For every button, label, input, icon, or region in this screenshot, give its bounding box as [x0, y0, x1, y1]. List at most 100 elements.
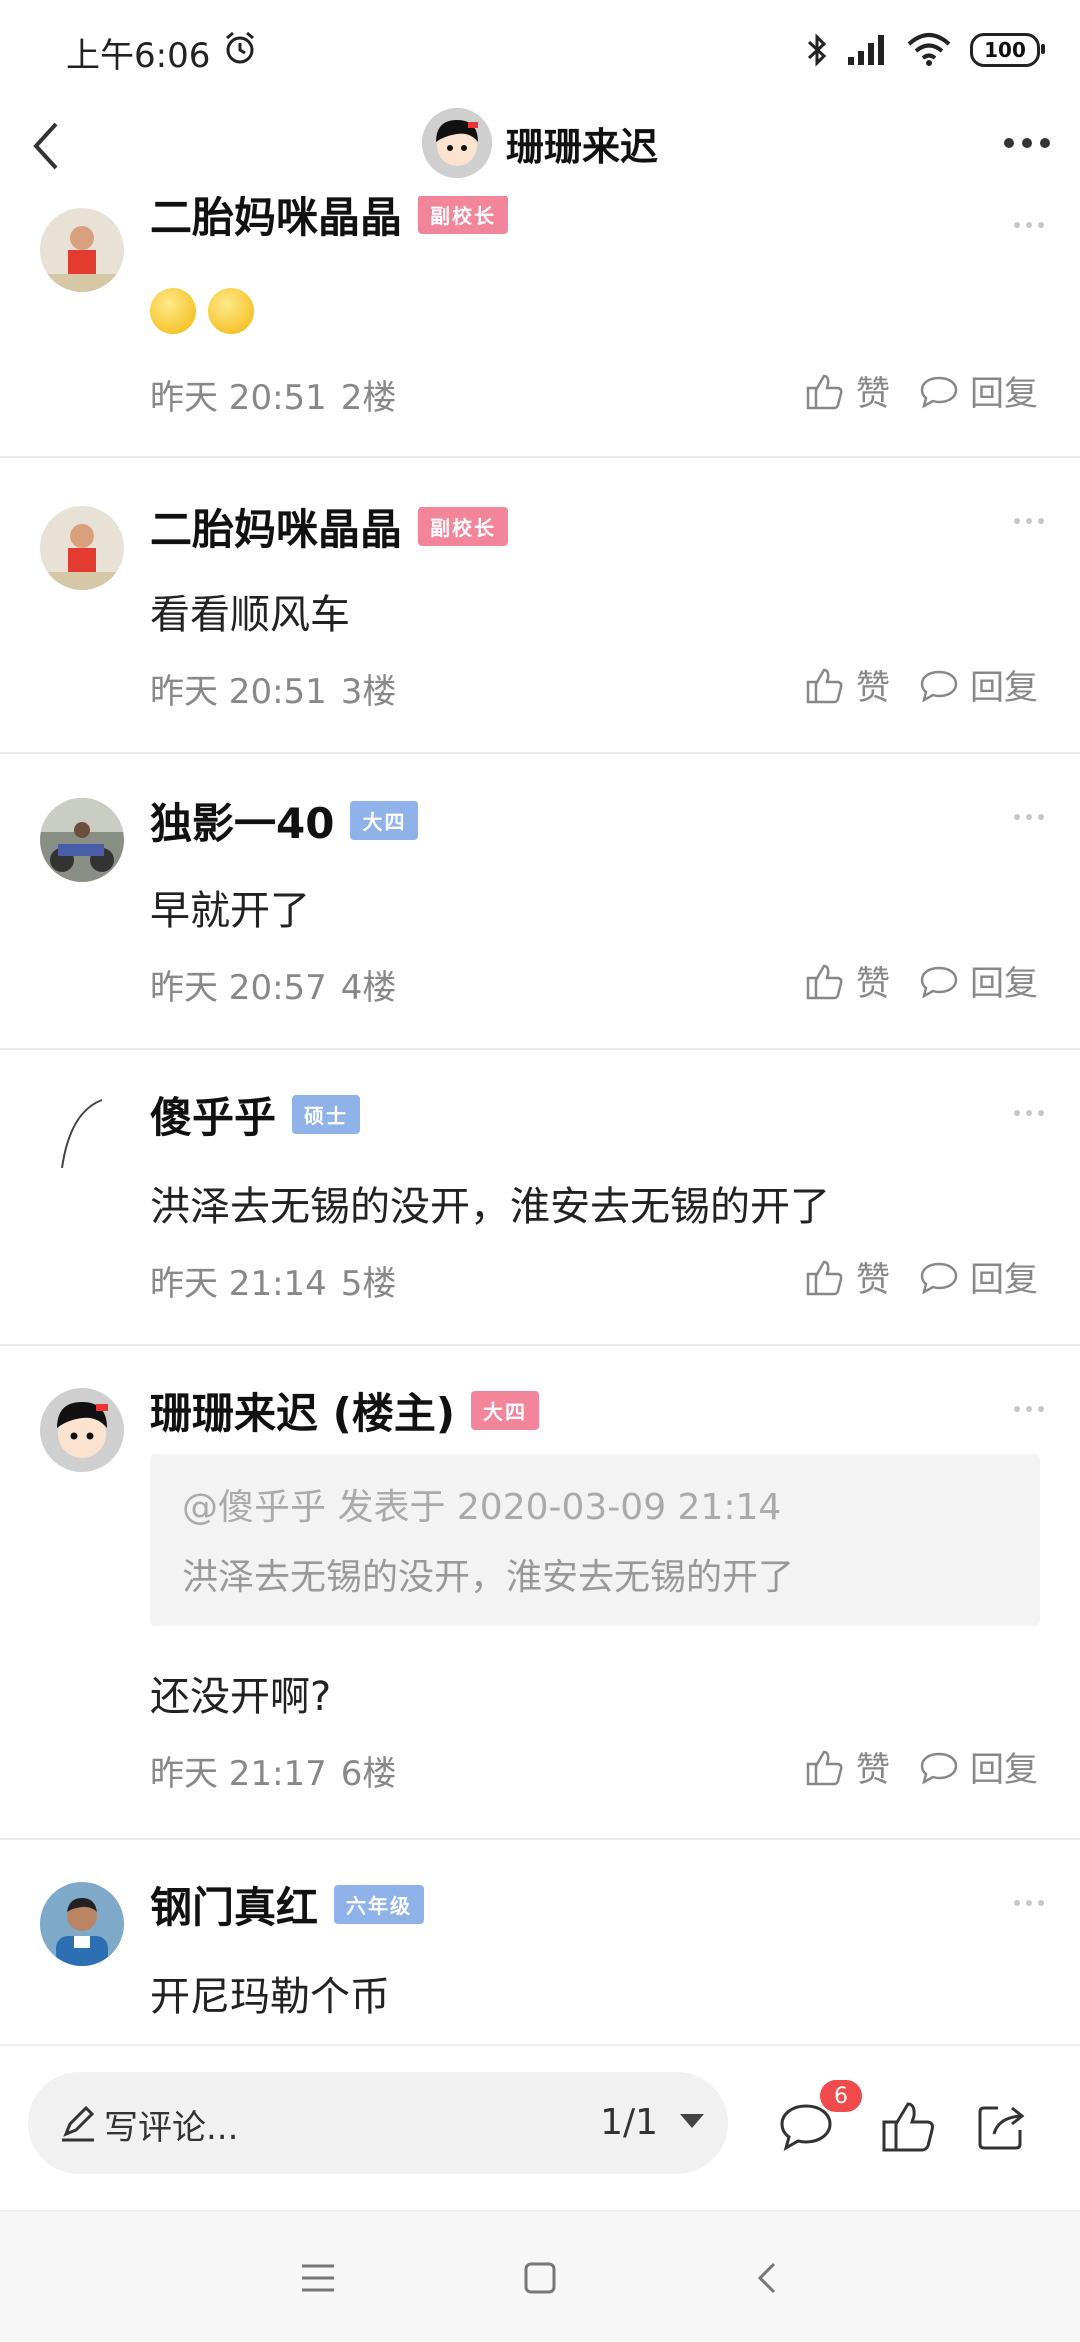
share-icon[interactable]: [972, 2096, 1032, 2156]
name-row: 珊珊来迟 (楼主) 大四: [150, 1380, 540, 1441]
home-icon[interactable]: [518, 2256, 562, 2300]
user-avatar[interactable]: [40, 208, 124, 292]
quoted-reply[interactable]: @傻乎乎 发表于 2020-03-09 21:14 洪泽去无锡的没开，淮安去无锡…: [150, 1454, 1040, 1626]
reply-button[interactable]: 回复: [918, 1252, 1038, 1301]
comment-meta: 昨天 20:51 2楼: [150, 370, 396, 419]
comment-more-icon[interactable]: [1014, 518, 1044, 524]
nav-center[interactable]: 珊珊来迟: [0, 108, 1080, 178]
reply-label: 回复: [970, 668, 1038, 708]
user-name[interactable]: 钢门真红: [150, 1874, 318, 1935]
name-row: 独影一40 大四: [150, 790, 419, 851]
reply-label: 回复: [970, 964, 1038, 1004]
user-name[interactable]: 傻乎乎: [150, 1084, 276, 1145]
comment-text: 洪泽去无锡的没开，淮安去无锡的开了: [150, 1184, 830, 1230]
comment-item: 独影一40 大四 早就开了 昨天 20:57 4楼 赞 回复: [0, 754, 1080, 1050]
user-name[interactable]: 二胎妈咪晶晶: [150, 496, 402, 557]
menu-icon[interactable]: [296, 2256, 340, 2300]
comment-actions: 赞 回复: [804, 366, 1038, 415]
user-avatar[interactable]: [40, 506, 124, 590]
signal-icon: [848, 35, 884, 65]
user-avatar[interactable]: [40, 1092, 124, 1176]
battery-indicator: 100: [970, 33, 1045, 67]
like-button[interactable]: 赞: [804, 956, 890, 1005]
comment-bubble-icon: [920, 1752, 958, 1784]
reply-button[interactable]: 回复: [918, 956, 1038, 1005]
comment-more-icon[interactable]: [1014, 222, 1044, 228]
nav-title: 珊珊来迟: [505, 124, 658, 169]
page-indicator[interactable]: 1/1: [600, 2102, 658, 2143]
user-avatar[interactable]: [40, 1882, 124, 1966]
like-button[interactable]: 赞: [804, 1252, 890, 1301]
comment-meta: 昨天 20:51 3楼: [150, 664, 396, 713]
comment-bubble-icon: [920, 966, 958, 998]
author-avatar[interactable]: [421, 108, 492, 178]
reply-label: 回复: [970, 1750, 1038, 1790]
user-name[interactable]: 珊珊来迟 (楼主): [150, 1380, 455, 1441]
thumbs-up-icon[interactable]: [878, 2096, 938, 2156]
reply-button[interactable]: 回复: [918, 366, 1038, 415]
comment-text: 早就开了: [150, 888, 310, 934]
comment-item: 二胎妈咪晶晶 副校长 昨天 20:51 2楼 赞 回复: [0, 196, 1080, 458]
name-row: 傻乎乎 硕士: [150, 1084, 361, 1145]
comment-feed[interactable]: 二胎妈咪晶晶 副校长 昨天 20:51 2楼 赞 回复 二胎妈咪晶晶 副校长 看…: [0, 196, 1080, 2044]
top-nav: 珊珊来迟: [0, 100, 1080, 196]
thumbs-up-icon: [806, 964, 843, 999]
user-level-badge: 副校长: [418, 196, 509, 234]
comment-input-placeholder: 写评论...: [104, 2108, 239, 2148]
thumbs-up-icon: [806, 1750, 843, 1785]
comment-floor: 3楼: [340, 672, 397, 712]
wifi-icon: [907, 33, 951, 66]
user-avatar[interactable]: [40, 1388, 124, 1472]
comment-floor: 5楼: [340, 1264, 397, 1304]
comment-actions: 赞 回复: [804, 956, 1038, 1005]
back-nav-icon[interactable]: [746, 2256, 790, 2300]
comment-item: 二胎妈咪晶晶 副校长 看看顺风车 昨天 20:51 3楼 赞 回复: [0, 458, 1080, 754]
status-time: 上午6:06: [66, 36, 211, 76]
comment-bubble-icon: [920, 1262, 958, 1294]
user-avatar[interactable]: [40, 798, 124, 882]
comment-input[interactable]: 写评论... 1/1: [28, 2072, 728, 2174]
quote-text: 洪泽去无锡的没开，淮安去无锡的开了: [182, 1557, 795, 1598]
reply-button[interactable]: 回复: [918, 660, 1038, 709]
comment-more-icon[interactable]: [1014, 1110, 1044, 1116]
comment-item: 钢门真红 六年级 开尼玛勒个币: [0, 1840, 1080, 2044]
comment-text: 看看顺风车: [150, 592, 350, 638]
user-name[interactable]: 二胎妈咪晶晶: [150, 196, 402, 245]
status-bar: 上午6:06 100: [0, 0, 1080, 100]
comment-emoji: [150, 288, 266, 344]
comment-meta: 昨天 21:17 6楼: [150, 1746, 396, 1795]
more-options-icon[interactable]: [1004, 138, 1050, 148]
like-button[interactable]: 赞: [804, 1742, 890, 1791]
pen-icon: [62, 2105, 95, 2142]
comment-time: 昨天 20:57: [150, 968, 327, 1008]
comment-meta: 昨天 21:14 5楼: [150, 1256, 396, 1305]
comment-actions: 赞 回复: [804, 1252, 1038, 1301]
comment-time: 昨天 21:17: [150, 1754, 327, 1794]
comment-floor: 6楼: [340, 1754, 397, 1794]
thumbs-up-icon: [806, 374, 843, 409]
comment-text: 开尼玛勒个币: [150, 1974, 390, 2020]
reply-button[interactable]: 回复: [918, 1742, 1038, 1791]
comment-more-icon[interactable]: [1014, 1406, 1044, 1412]
alarm-icon: [226, 31, 254, 64]
name-row: 二胎妈咪晶晶 副校长: [150, 496, 509, 557]
comment-more-icon[interactable]: [1014, 1900, 1044, 1906]
wink-emoji-icon: [150, 288, 196, 334]
comment-bubble-icon: [920, 376, 958, 408]
user-level-badge: 大四: [471, 1391, 540, 1430]
chevron-down-icon[interactable]: [680, 2114, 704, 2128]
reply-label: 回复: [970, 374, 1038, 414]
like-button[interactable]: 赞: [804, 366, 890, 415]
user-level-badge: 硕士: [292, 1095, 361, 1134]
comment-floor: 4楼: [340, 968, 397, 1008]
comment-more-icon[interactable]: [1014, 814, 1044, 820]
comment-time: 昨天 20:51: [150, 672, 327, 712]
user-name[interactable]: 独影一40: [150, 790, 334, 851]
bluetooth-icon: [807, 33, 827, 67]
bottom-action-bar: 写评论... 1/1 6: [0, 2044, 1080, 2212]
thumbs-up-icon: [806, 1260, 843, 1295]
comment-item: 珊珊来迟 (楼主) 大四 @傻乎乎 发表于 2020-03-09 21:14 洪…: [0, 1346, 1080, 1840]
thumbs-up-icon: [806, 668, 843, 703]
like-label: 赞: [856, 964, 890, 1004]
like-button[interactable]: 赞: [804, 660, 890, 709]
